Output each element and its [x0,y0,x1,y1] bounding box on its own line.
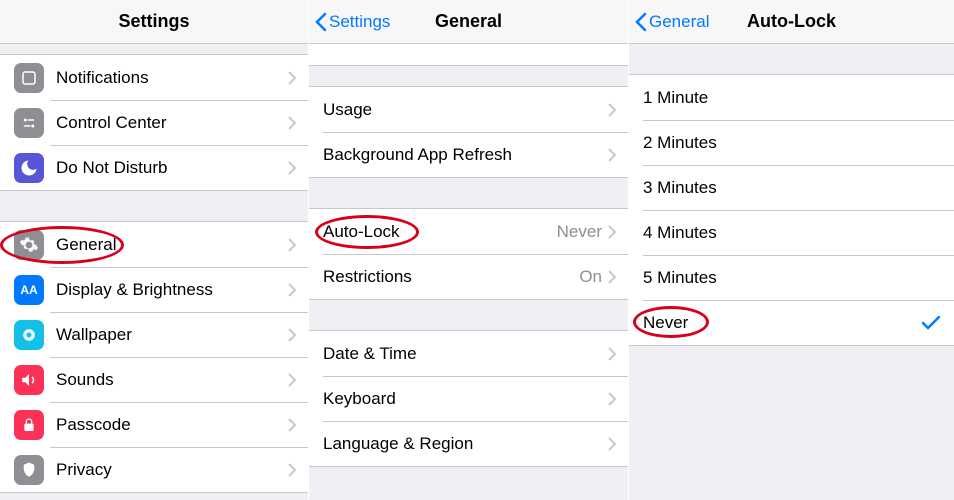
general-group-2: Auto-Lock Never Restrictions On [309,208,628,300]
chevron-right-icon [608,103,616,117]
option-label: 1 Minute [643,88,954,108]
row-general[interactable]: General [0,222,308,267]
row-restrictions[interactable]: Restrictions On [309,254,628,299]
row-sounds[interactable]: Sounds [0,357,308,402]
chevron-right-icon [288,283,296,297]
option-2-minutes[interactable]: 2 Minutes [629,120,954,165]
chevron-right-icon [608,270,616,284]
navbar-general: Settings General [309,0,628,44]
row-keyboard[interactable]: Keyboard [309,376,628,421]
chevron-right-icon [288,463,296,477]
display-icon: AA [14,275,44,305]
row-notifications[interactable]: Notifications [0,55,308,100]
row-language-region[interactable]: Language & Region [309,421,628,466]
row-value: Never [557,222,602,242]
chevron-right-icon [288,328,296,342]
chevron-right-icon [288,161,296,175]
row-control-center[interactable]: Control Center [0,100,308,145]
option-label: 4 Minutes [643,223,954,243]
passcode-icon [14,410,44,440]
back-button[interactable]: Settings [309,12,390,32]
row-label: Passcode [56,415,288,435]
general-icon [14,230,44,260]
row-label: Notifications [56,68,288,88]
row-wallpaper[interactable]: Wallpaper [0,312,308,357]
pane-settings: Settings Notifications Control Center Do… [0,0,308,500]
chevron-right-icon [288,418,296,432]
navbar-auto-lock: General Auto-Lock [629,0,954,44]
option-label: Never [643,313,922,333]
row-privacy[interactable]: Privacy [0,447,308,492]
pane-auto-lock: General Auto-Lock 1 Minute 2 Minutes 3 M… [628,0,954,500]
row-label: General [56,235,288,255]
row-usage[interactable]: Usage [309,87,628,132]
option-label: 2 Minutes [643,133,954,153]
navbar-settings: Settings [0,0,308,44]
chevron-right-icon [608,148,616,162]
row-auto-lock[interactable]: Auto-Lock Never [309,209,628,254]
chevron-right-icon [608,437,616,451]
row-display-brightness[interactable]: AA Display & Brightness [0,267,308,312]
chevron-left-icon [635,12,647,32]
row-label: Keyboard [323,389,608,409]
chevron-right-icon [608,347,616,361]
navbar-title: Settings [0,11,308,32]
wallpaper-icon [14,320,44,350]
option-1-minute[interactable]: 1 Minute [629,75,954,120]
general-group-3: Date & Time Keyboard Language & Region [309,330,628,467]
chevron-left-icon [315,12,327,32]
checkmark-icon [922,316,940,330]
row-background-app-refresh[interactable]: Background App Refresh [309,132,628,177]
row-label: Display & Brightness [56,280,288,300]
dnd-icon [14,153,44,183]
row-label: Sounds [56,370,288,390]
settings-group-1: Notifications Control Center Do Not Dist… [0,54,308,191]
row-label: Control Center [56,113,288,133]
row-label: Privacy [56,460,288,480]
pane-general: Settings General Usage Background App Re… [308,0,628,500]
chevron-right-icon [288,71,296,85]
partial-row [309,44,628,66]
row-label: Auto-Lock [323,222,557,242]
back-label: Settings [329,12,390,32]
row-label: Date & Time [323,344,608,364]
option-5-minutes[interactable]: 5 Minutes [629,255,954,300]
row-dnd[interactable]: Do Not Disturb [0,145,308,190]
chevron-right-icon [288,116,296,130]
control-center-icon [14,108,44,138]
row-value: On [579,267,602,287]
general-group-1: Usage Background App Refresh [309,86,628,178]
row-passcode[interactable]: Passcode [0,402,308,447]
row-label: Wallpaper [56,325,288,345]
option-label: 5 Minutes [643,268,954,288]
option-label: 3 Minutes [643,178,954,198]
privacy-icon [14,455,44,485]
option-3-minutes[interactable]: 3 Minutes [629,165,954,210]
chevron-right-icon [288,238,296,252]
row-label: Background App Refresh [323,145,608,165]
chevron-right-icon [288,373,296,387]
auto-lock-options: 1 Minute 2 Minutes 3 Minutes 4 Minutes 5… [629,74,954,346]
row-label: Restrictions [323,267,579,287]
row-label: Usage [323,100,608,120]
row-date-time[interactable]: Date & Time [309,331,628,376]
option-4-minutes[interactable]: 4 Minutes [629,210,954,255]
sounds-icon [14,365,44,395]
notifications-icon [14,63,44,93]
chevron-right-icon [608,392,616,406]
option-never[interactable]: Never [629,300,954,345]
back-button[interactable]: General [629,12,709,32]
back-label: General [649,12,709,32]
settings-group-2: General AA Display & Brightness Wallpape… [0,221,308,493]
chevron-right-icon [608,225,616,239]
row-label: Do Not Disturb [56,158,288,178]
row-label: Language & Region [323,434,608,454]
